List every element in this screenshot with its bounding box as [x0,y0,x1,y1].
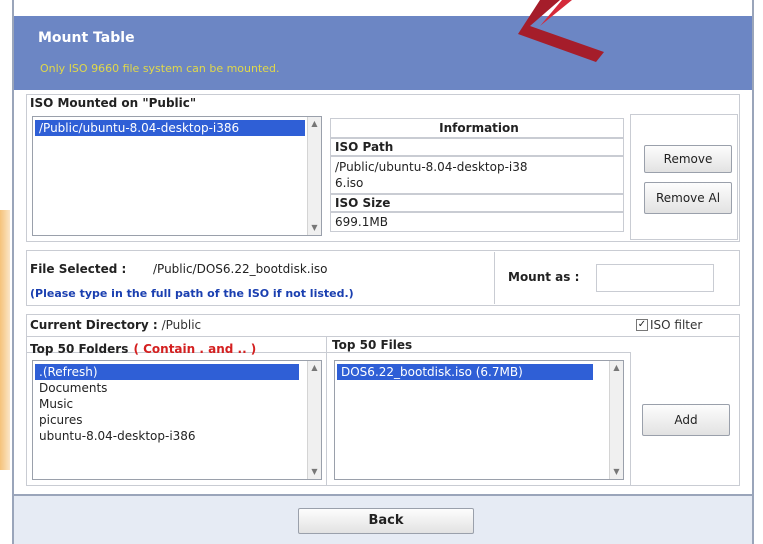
iso-path-label: ISO Path [330,138,624,156]
browser-divider-v2 [630,352,631,486]
info-heading: Information [330,118,624,138]
info-table: Information ISO Path /Public/ubuntu-8.04… [330,118,624,236]
list-item[interactable]: /Public/ubuntu-8.04-desktop-i386 [35,120,305,136]
scrollbar[interactable]: ▲ ▼ [307,117,321,235]
mount-as-divider [494,252,495,304]
iso-size-label: ISO Size [330,194,624,212]
header-bar [14,16,752,90]
list-item[interactable]: DOS6.22_bootdisk.iso (6.7MB) [337,364,593,380]
folders-note: ( Contain . and .. ) [133,342,257,356]
scroll-up-icon[interactable]: ▲ [610,361,623,375]
current-directory: Current Directory : /Public [30,318,201,332]
mount-as-input[interactable] [596,264,714,292]
iso-filter[interactable]: ✓ ISO filter [636,318,702,332]
scroll-up-icon[interactable]: ▲ [308,117,321,131]
left-decoration [0,210,10,470]
list-item[interactable]: picures [35,412,321,428]
current-directory-label: Current Directory : [30,318,158,332]
scroll-up-icon[interactable]: ▲ [308,361,321,375]
list-item[interactable]: ubuntu-8.04-desktop-i386 [35,428,321,444]
remove-panel [630,114,738,240]
remove-all-button[interactable]: Remove Al [644,182,732,214]
files-title: Top 50 Files [332,338,413,352]
page-subtitle: Only ISO 9660 file system can be mounted… [40,62,280,75]
list-item[interactable]: Music [35,396,321,412]
add-button[interactable]: Add [642,404,730,436]
back-button[interactable]: Back [298,508,474,534]
iso-path-line: 6.iso [335,176,364,190]
scrollbar[interactable]: ▲ ▼ [609,361,623,479]
file-hint: (Please type in the full path of the ISO… [30,287,354,300]
files-list[interactable]: DOS6.22_bootdisk.iso (6.7MB) ▲ ▼ [334,360,624,480]
mounted-section-title: ISO Mounted on "Public" [30,96,197,110]
folders-header: Top 50 Folders ( Contain . and .. ) [30,338,256,357]
current-directory-value: /Public [161,318,202,332]
file-selected-label: File Selected : [30,262,127,276]
page-title: Mount Table [38,30,135,46]
remove-button[interactable]: Remove [644,145,732,173]
list-item[interactable]: Documents [35,380,321,396]
list-item[interactable]: .(Refresh) [35,364,299,380]
iso-filter-checkbox[interactable]: ✓ [636,319,648,331]
scrollbar[interactable]: ▲ ▼ [307,361,321,479]
folders-title: Top 50 Folders [30,342,129,356]
folders-list[interactable]: .(Refresh) Documents Music picures ubunt… [32,360,322,480]
iso-size-value: 699.1MB [330,212,624,232]
scroll-down-icon[interactable]: ▼ [610,465,623,479]
mount-as-label: Mount as : [508,270,580,284]
browser-divider-v1 [326,336,327,486]
iso-filter-label: ISO filter [650,318,703,332]
browser-divider-h [26,336,740,337]
iso-path-line: /Public/ubuntu-8.04-desktop-i38 [335,160,528,174]
arrow-decoration-icon [518,0,604,62]
file-selected-input[interactable]: /Public/DOS6.22_bootdisk.iso [148,257,444,283]
iso-path-value: /Public/ubuntu-8.04-desktop-i38 6.iso [330,156,624,194]
scroll-down-icon[interactable]: ▼ [308,465,321,479]
mounted-iso-list[interactable]: /Public/ubuntu-8.04-desktop-i386 ▲ ▼ [32,116,322,236]
scroll-down-icon[interactable]: ▼ [308,221,321,235]
